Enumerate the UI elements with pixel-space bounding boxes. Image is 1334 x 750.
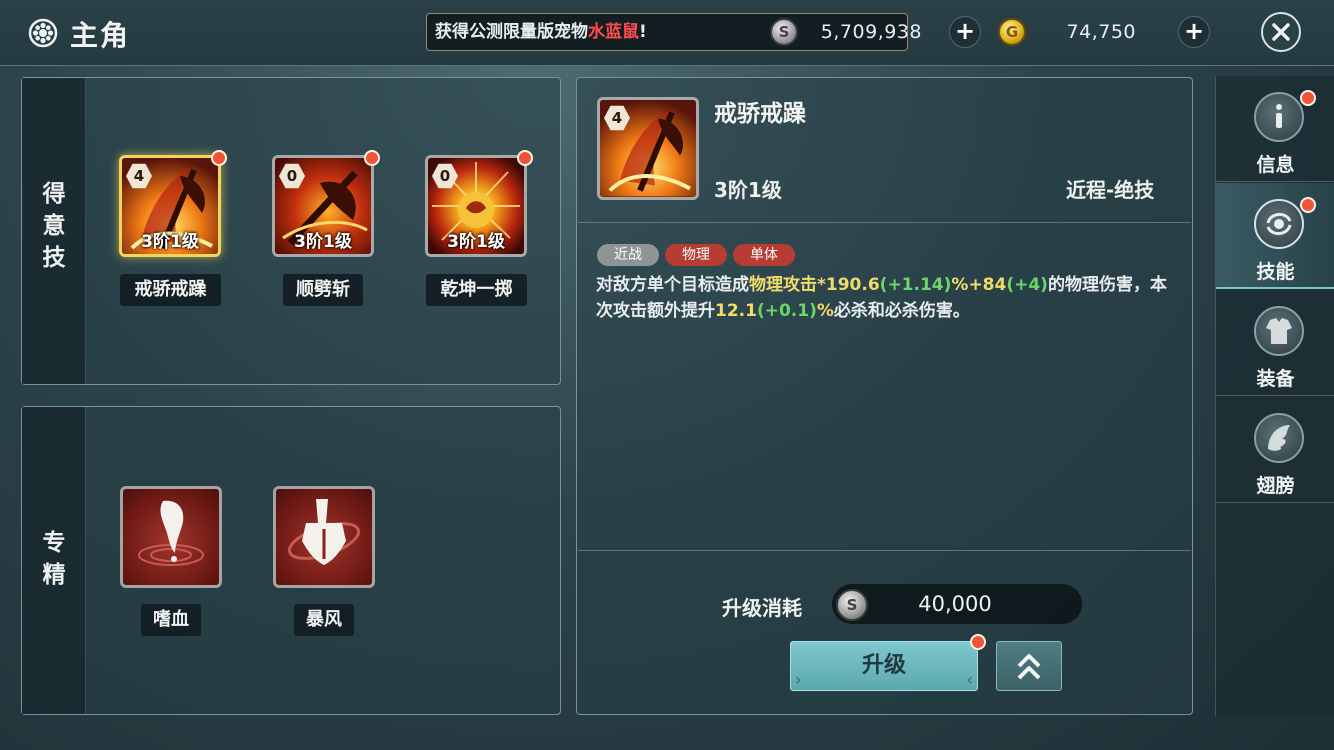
- add-gold-button[interactable]: +: [1178, 16, 1210, 48]
- favorite-skills-label-char-3: 技: [42, 245, 66, 271]
- nav-skills-label: 技能: [1256, 261, 1295, 283]
- detail-divider-top: [578, 222, 1191, 223]
- nav-wings-label: 翅膀: [1256, 475, 1295, 497]
- storm-axe-icon: [287, 499, 361, 565]
- upgrade-button-label: 升级: [861, 653, 906, 678]
- desc-highlight: 12.1: [715, 301, 757, 321]
- gold-coin-icon: G: [998, 18, 1026, 46]
- specialization-label-char-2: 精: [42, 562, 66, 588]
- skill-name-1: 戒骄戒躁: [120, 274, 221, 306]
- close-button[interactable]: [1261, 12, 1301, 52]
- notification-dot: [1300, 197, 1316, 213]
- skill-swirl-icon: [1254, 199, 1304, 249]
- spec-name-1: 嗜血: [141, 604, 201, 636]
- upgrade-cost-label: 升级消耗: [722, 596, 802, 620]
- add-silver-button[interactable]: +: [949, 16, 981, 48]
- arrow-left-icon: ‹: [966, 670, 973, 689]
- gold-amount: 74,750: [1066, 21, 1136, 43]
- specialization-label: 专 精: [22, 527, 86, 591]
- skill-type: 近程-绝技: [1066, 178, 1155, 202]
- skill-level: 3阶1级: [714, 178, 782, 202]
- marquee-suffix: !: [639, 22, 647, 42]
- nav-wings[interactable]: 翅膀: [1216, 397, 1334, 503]
- nav-info[interactable]: 信息: [1216, 76, 1334, 182]
- armor-icon: [1254, 306, 1304, 356]
- nav-skills[interactable]: 技能: [1216, 183, 1334, 289]
- right-nav: 信息 技能 装备 翅膀: [1215, 76, 1334, 716]
- detail-divider-bottom: [578, 550, 1191, 551]
- desc-bonus: (+4): [1006, 275, 1048, 295]
- silver-coin-icon: S: [836, 589, 868, 621]
- favorite-skills-label: 得 意 技: [22, 178, 86, 274]
- tag-physical: 物理: [665, 244, 727, 266]
- skill-level-label: 3阶1级: [141, 232, 199, 252]
- marquee-text: 获得公测限量版宠物: [435, 22, 588, 42]
- detail-skill-icon: 4: [597, 97, 699, 200]
- specialization-sidebar: 专 精: [22, 407, 86, 714]
- skill-slot-1[interactable]: 4 3阶1级: [119, 155, 221, 257]
- info-icon: [1254, 92, 1304, 142]
- skill-name-2: 顺劈斩: [283, 274, 363, 306]
- double-chevron-up-icon: [1017, 654, 1041, 680]
- notification-dot: [1300, 90, 1316, 106]
- top-bar: 主角 获得公测限量版宠物水蓝鼠! S 5,709,938 + G 74,750 …: [0, 0, 1334, 66]
- marquee-highlight: 水蓝鼠: [588, 22, 639, 42]
- arrow-right-icon: ›: [795, 670, 802, 689]
- skill-level-label: 3阶1级: [294, 232, 352, 252]
- skill-description: 对敌方单个目标造成物理攻击*190.6(+1.14)%+84(+4)的物理伤害，…: [596, 272, 1171, 324]
- max-upgrade-button[interactable]: [996, 641, 1062, 691]
- desc-text: 必杀和必杀伤害。: [833, 301, 970, 321]
- nav-equipment-label: 装备: [1256, 368, 1295, 390]
- tag-melee: 近战: [597, 244, 659, 266]
- gear-icon: [28, 18, 58, 48]
- favorite-skills-label-char-2: 意: [42, 213, 66, 239]
- spec-slot-storm[interactable]: [273, 486, 375, 588]
- upgrade-button[interactable]: › 升级 ‹: [790, 641, 978, 691]
- notification-dot: [364, 150, 380, 166]
- desc-text: 对敌方单个目标造成: [596, 275, 749, 295]
- specialization-label-char-1: 专: [42, 530, 66, 556]
- skill-name-3: 乾坤一掷: [426, 274, 527, 306]
- nav-equipment[interactable]: 装备: [1216, 290, 1334, 396]
- upgrade-cost-value: 40,000: [918, 592, 992, 616]
- spec-name-2: 暴风: [294, 604, 354, 636]
- notification-dot: [517, 150, 533, 166]
- silver-amount: 5,709,938: [820, 21, 922, 43]
- desc-highlight: %: [816, 301, 834, 321]
- desc-bonus: (+0.1): [756, 301, 817, 321]
- silver-coin-icon: S: [770, 18, 798, 46]
- desc-bonus: (+1.14): [879, 275, 952, 295]
- skill-slot-2[interactable]: 0 3阶1级: [272, 155, 374, 257]
- blood-drop-icon: [138, 500, 204, 566]
- skill-title: 戒骄戒躁: [714, 101, 806, 127]
- page-title: 主角: [70, 19, 131, 52]
- desc-highlight: 物理攻击*190.6: [749, 275, 880, 295]
- favorite-skills-label-char-1: 得: [42, 181, 66, 207]
- skill-level-label: 3阶1级: [447, 232, 505, 252]
- favorite-skills-sidebar: 得 意 技: [22, 78, 86, 384]
- nav-info-label: 信息: [1256, 154, 1295, 176]
- notification-dot: [211, 150, 227, 166]
- tag-single-target: 单体: [733, 244, 795, 266]
- close-icon: [1272, 23, 1290, 41]
- spec-slot-bloodthirst[interactable]: [120, 486, 222, 588]
- wing-icon: [1254, 413, 1304, 463]
- notification-dot: [970, 634, 986, 650]
- skill-slot-3[interactable]: 0 3阶1级: [425, 155, 527, 257]
- desc-highlight: %+84: [951, 275, 1007, 295]
